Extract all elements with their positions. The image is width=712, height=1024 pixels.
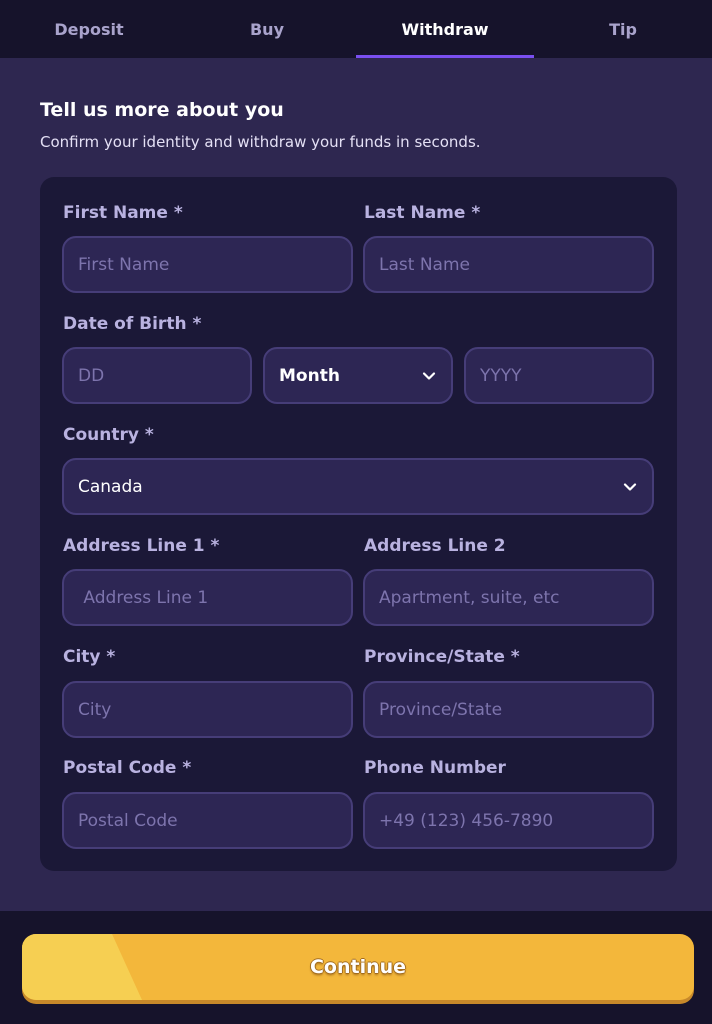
birth-year-input[interactable] [464, 347, 654, 404]
first-name-input[interactable] [62, 236, 353, 293]
tab-deposit[interactable]: Deposit [0, 0, 178, 58]
address-line-1-input[interactable] [62, 569, 353, 626]
tab-tip[interactable]: Tip [534, 0, 712, 58]
country-label: Country * [63, 425, 154, 445]
page-subtitle: Confirm your identity and withdraw your … [40, 133, 481, 151]
continue-button[interactable]: Continue [22, 934, 694, 1000]
birth-month-value: Month [279, 365, 340, 386]
address-line-1-label: Address Line 1 * [63, 536, 220, 556]
city-label: City * [63, 647, 116, 667]
first-name-label: First Name * [63, 203, 183, 223]
country-value: Canada [78, 476, 143, 497]
address-line-2-input[interactable] [363, 569, 654, 626]
tab-bar: Deposit Buy Withdraw Tip [0, 0, 712, 58]
address-line-2-label: Address Line 2 [364, 536, 506, 556]
date-of-birth-label: Date of Birth * [63, 314, 202, 334]
phone-number-label: Phone Number [364, 758, 506, 778]
page-title: Tell us more about you [40, 99, 284, 121]
chevron-down-icon [622, 479, 638, 495]
postal-code-label: Postal Code * [63, 758, 192, 778]
last-name-input[interactable] [363, 236, 654, 293]
birth-month-select[interactable]: Month [263, 347, 453, 404]
button-shine [22, 934, 142, 1000]
chevron-down-icon [421, 368, 437, 384]
city-input[interactable] [62, 681, 353, 738]
postal-code-input[interactable] [62, 792, 353, 849]
continue-button-label: Continue [309, 956, 407, 978]
last-name-label: Last Name * [364, 203, 481, 223]
birth-day-input[interactable] [62, 347, 252, 404]
province-state-label: Province/State * [364, 647, 520, 667]
country-select[interactable]: Canada [62, 458, 654, 515]
tab-withdraw[interactable]: Withdraw [356, 0, 534, 58]
tab-buy[interactable]: Buy [178, 0, 356, 58]
province-state-input[interactable] [363, 681, 654, 738]
identity-form: First Name * Last Name * Date of Birth *… [40, 177, 677, 871]
phone-number-input[interactable] [363, 792, 654, 849]
